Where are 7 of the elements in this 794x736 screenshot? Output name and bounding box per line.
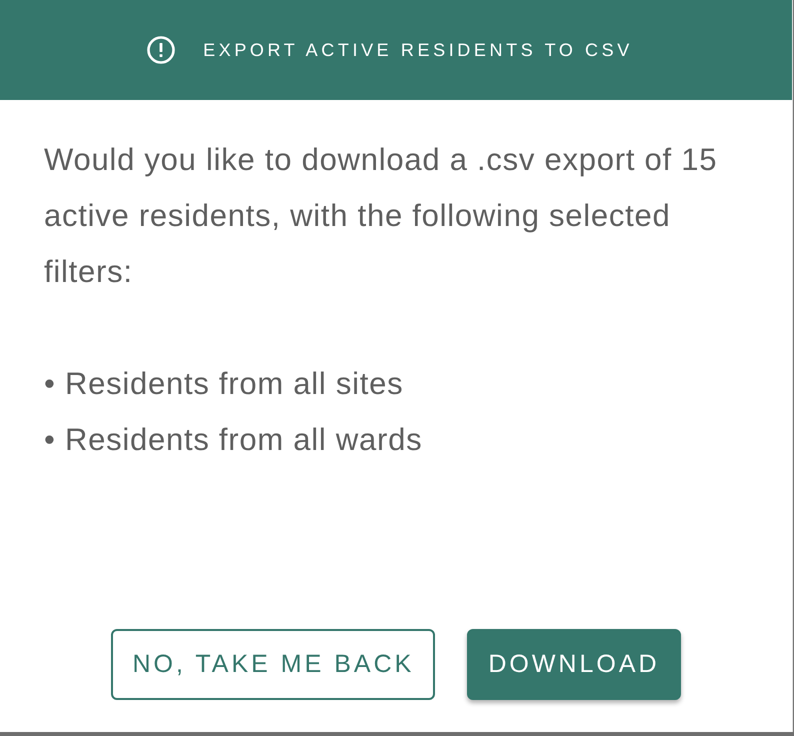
alert-circle-icon — [147, 36, 176, 64]
filter-item: • Residents from all sites — [44, 365, 404, 403]
download-button[interactable]: DOWNLOAD — [467, 629, 681, 700]
cancel-button[interactable]: NO, TAKE ME BACK — [111, 629, 436, 700]
export-message: Would you like to download a .csv export of 15 active residents, with the following selected filters: — [44, 141, 718, 291]
dialog-title: EXPORT ACTIVE RESIDENTS TO CSV — [203, 40, 633, 60]
filter-item: • Residents from all wards — [44, 421, 424, 459]
